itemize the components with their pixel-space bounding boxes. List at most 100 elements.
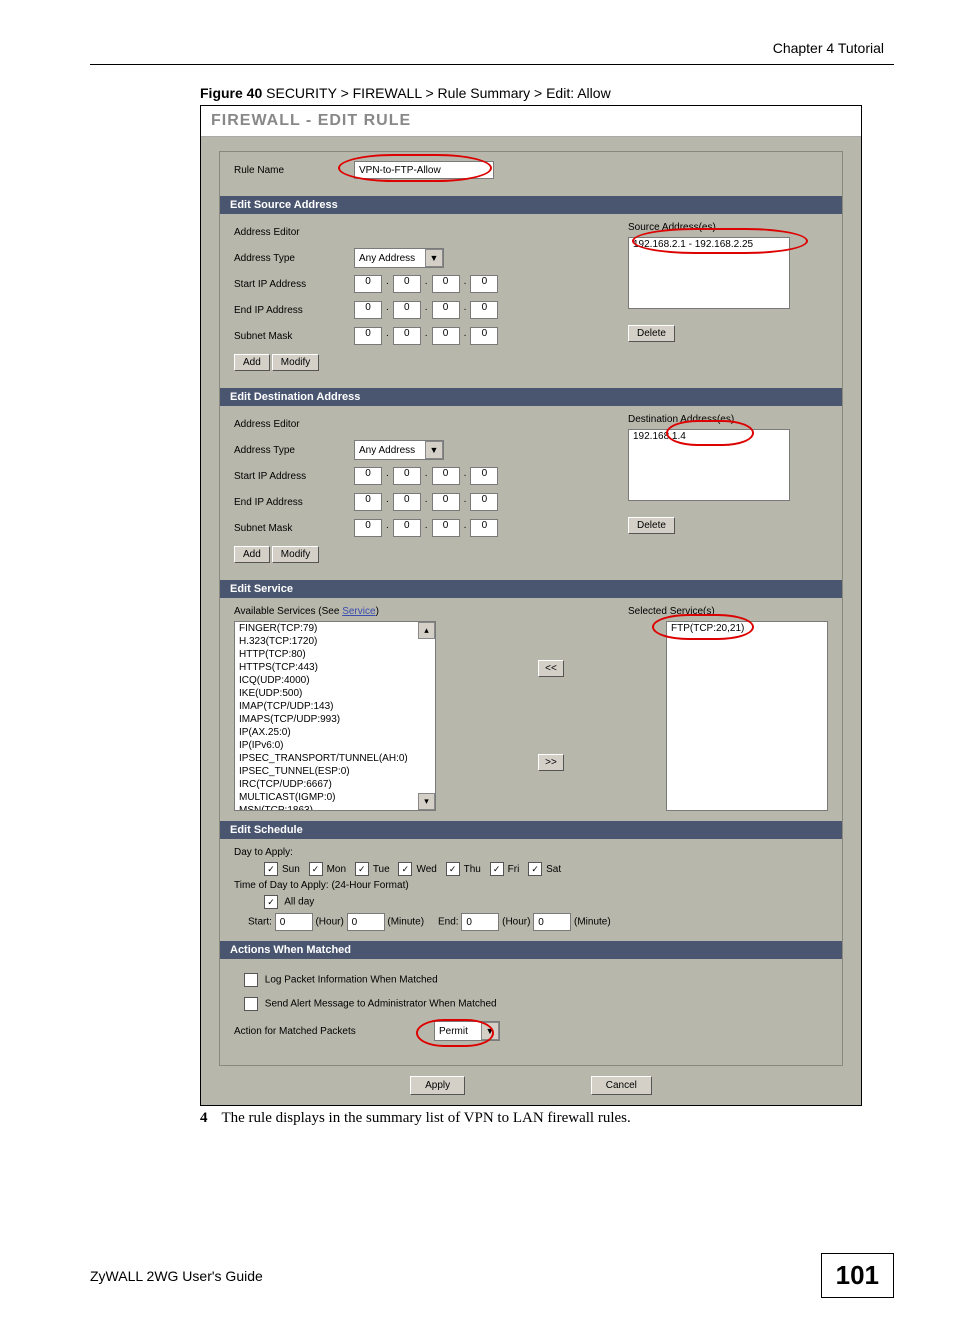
dest-start-ip-label: Start IP Address — [234, 471, 354, 482]
day-checkbox-sun[interactable]: ✓ — [264, 862, 278, 876]
all-day-checkbox[interactable]: ✓ — [264, 895, 278, 909]
dest-addr-type-label: Address Type — [234, 445, 354, 456]
available-service-item[interactable]: IMAPS(TCP/UDP:993) — [235, 713, 435, 726]
firewall-edit-rule-window: FIREWALL - EDIT RULE Rule Name VPN-to-FT… — [200, 105, 862, 1106]
oct: 0 — [470, 493, 498, 511]
figure-caption: Figure 40 SECURITY > FIREWALL > Rule Sum… — [200, 85, 894, 101]
oct: 0 — [354, 327, 382, 345]
dest-modify-button[interactable]: Modify — [272, 546, 319, 563]
available-service-item[interactable]: ICQ(UDP:4000) — [235, 674, 435, 687]
available-service-item[interactable]: H.323(TCP:1720) — [235, 635, 435, 648]
oct: 0 — [432, 327, 460, 345]
source-addr-editor-label: Address Editor — [234, 227, 354, 238]
send-alert-checkbox[interactable] — [244, 997, 258, 1011]
source-addr-type-value: Any Address — [359, 253, 421, 264]
source-addr-type-label: Address Type — [234, 253, 354, 264]
source-addr-listbox[interactable]: 192.168.2.1 - 192.168.2.25 — [628, 237, 790, 309]
start-hour-input[interactable]: 0 — [275, 913, 313, 931]
source-addr-type-select[interactable]: Any Address ▼ — [354, 248, 444, 268]
rule-name-value: VPN-to-FTP-Allow — [359, 165, 441, 176]
oct: 0 — [393, 467, 421, 485]
dest-end-ip-input[interactable]: 0.0.0.0 — [354, 493, 498, 511]
label-part: Available Services (See — [234, 606, 342, 617]
cancel-button[interactable]: Cancel — [591, 1076, 652, 1095]
oct: 0 — [470, 301, 498, 319]
available-service-item[interactable]: IRC(TCP/UDP:6667) — [235, 778, 435, 791]
available-service-item[interactable]: IP(AX.25:0) — [235, 726, 435, 739]
service-header: Edit Service — [220, 580, 842, 598]
log-packet-label: Log Packet Information When Matched — [265, 975, 438, 986]
available-service-item[interactable]: IPSEC_TRANSPORT/TUNNEL(AH:0) — [235, 752, 435, 765]
available-service-item[interactable]: MSN(TCP:1863) — [235, 804, 435, 811]
dest-subnet-input[interactable]: 0.0.0.0 — [354, 519, 498, 537]
day-checkbox-mon[interactable]: ✓ — [309, 862, 323, 876]
source-subnet-label: Subnet Mask — [234, 331, 354, 342]
oct: 0 — [393, 493, 421, 511]
dest-addr-editor-label: Address Editor — [234, 419, 354, 430]
page-number: 101 — [821, 1253, 894, 1298]
oct: 0 — [432, 467, 460, 485]
source-end-ip-input[interactable]: 0.0.0.0 — [354, 301, 498, 319]
day-checkbox-sat[interactable]: ✓ — [528, 862, 542, 876]
minute-label: (Minute) — [387, 917, 424, 928]
selected-service-item[interactable]: FTP(TCP:20,21) — [667, 622, 827, 635]
button-row: Apply Cancel — [201, 1076, 861, 1095]
end-minute-input[interactable]: 0 — [533, 913, 571, 931]
available-service-item[interactable]: FINGER(TCP:79) — [235, 622, 435, 635]
day-checkbox-fri[interactable]: ✓ — [490, 862, 504, 876]
oct: 0 — [470, 327, 498, 345]
source-delete-button[interactable]: Delete — [628, 325, 675, 342]
dest-addr-type-select[interactable]: Any Address ▼ — [354, 440, 444, 460]
end-label: End: — [438, 917, 459, 928]
dest-addr-listbox[interactable]: 192.168.1.4 — [628, 429, 790, 501]
apply-button[interactable]: Apply — [410, 1076, 465, 1095]
step-number: 4 — [200, 1110, 218, 1127]
available-service-item[interactable]: IKE(UDP:500) — [235, 687, 435, 700]
day-label: Wed — [416, 864, 439, 875]
scroll-down-icon[interactable]: ▾ — [418, 793, 435, 810]
source-modify-button[interactable]: Modify — [272, 354, 319, 371]
available-service-item[interactable]: HTTPS(TCP:443) — [235, 661, 435, 674]
oct: 0 — [432, 301, 460, 319]
dest-start-ip-input[interactable]: 0.0.0.0 — [354, 467, 498, 485]
rule-name-input[interactable]: VPN-to-FTP-Allow — [354, 161, 494, 179]
scroll-up-icon[interactable]: ▴ — [418, 622, 435, 639]
figure-path: SECURITY > FIREWALL > Rule Summary > Edi… — [262, 85, 610, 101]
dest-subnet-label: Subnet Mask — [234, 523, 354, 534]
rule-name-label: Rule Name — [234, 165, 354, 176]
day-checkbox-tue[interactable]: ✓ — [355, 862, 369, 876]
day-checkbox-thu[interactable]: ✓ — [446, 862, 460, 876]
chapter-header: Chapter 4 Tutorial — [90, 40, 894, 64]
oct: 0 — [393, 327, 421, 345]
source-subnet-input[interactable]: 0.0.0.0 — [354, 327, 498, 345]
available-service-item[interactable]: HTTP(TCP:80) — [235, 648, 435, 661]
oct: 0 — [354, 467, 382, 485]
source-start-ip-input[interactable]: 0.0.0.0 — [354, 275, 498, 293]
selected-services-label: Selected Service(s) — [628, 606, 828, 617]
source-add-button[interactable]: Add — [234, 354, 270, 371]
day-label: Fri — [508, 864, 522, 875]
available-service-item[interactable]: IMAP(TCP/UDP:143) — [235, 700, 435, 713]
service-link[interactable]: Service — [342, 606, 375, 617]
dest-delete-button[interactable]: Delete — [628, 517, 675, 534]
day-label: Sat — [546, 864, 561, 875]
source-addr-item[interactable]: 192.168.2.1 - 192.168.2.25 — [629, 238, 789, 251]
move-right-button[interactable]: >> — [538, 754, 564, 771]
oct: 0 — [470, 275, 498, 293]
available-services-listbox[interactable]: ▴ ▾ FINGER(TCP:79)H.323(TCP:1720)HTTP(TC… — [234, 621, 436, 811]
action-for-packets-select[interactable]: Permit ▼ — [434, 1021, 500, 1041]
start-minute-input[interactable]: 0 — [347, 913, 385, 931]
dest-add-button[interactable]: Add — [234, 546, 270, 563]
oct: 0 — [354, 301, 382, 319]
schedule-header: Edit Schedule — [220, 821, 842, 839]
available-service-item[interactable]: IPSEC_TUNNEL(ESP:0) — [235, 765, 435, 778]
available-service-item[interactable]: MULTICAST(IGMP:0) — [235, 791, 435, 804]
day-checkbox-wed[interactable]: ✓ — [398, 862, 412, 876]
move-left-button[interactable]: << — [538, 660, 564, 677]
available-service-item[interactable]: IP(IPv6:0) — [235, 739, 435, 752]
selected-services-listbox[interactable]: FTP(TCP:20,21) — [666, 621, 828, 811]
action-value: Permit — [439, 1026, 477, 1037]
end-hour-input[interactable]: 0 — [461, 913, 499, 931]
log-packet-checkbox[interactable] — [244, 973, 258, 987]
dest-addr-item[interactable]: 192.168.1.4 — [629, 430, 789, 443]
